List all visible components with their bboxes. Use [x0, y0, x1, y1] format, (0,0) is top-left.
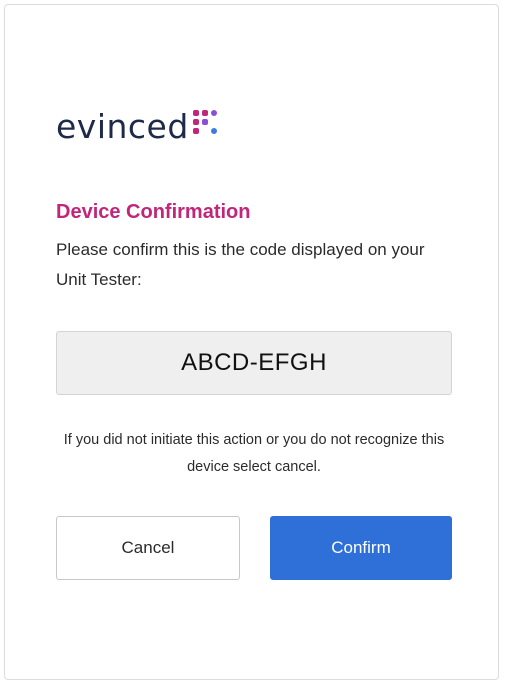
confirmation-prompt: Please confirm this is the code displaye… [56, 240, 425, 289]
evinced-dots-icon [192, 110, 219, 136]
dialog-title: Device Confirmation [56, 201, 251, 223]
confirmation-card: evinced Device Confirmation Please confi… [4, 4, 499, 680]
logo-wordmark: evinced [56, 107, 189, 146]
cancel-button[interactable]: Cancel [56, 516, 240, 580]
device-code-display: ABCD-EFGH [56, 331, 452, 395]
evinced-logo: evinced [56, 105, 219, 149]
confirm-button[interactable]: Confirm [270, 516, 452, 580]
cancel-notice: If you did not initiate this action or y… [63, 432, 445, 475]
